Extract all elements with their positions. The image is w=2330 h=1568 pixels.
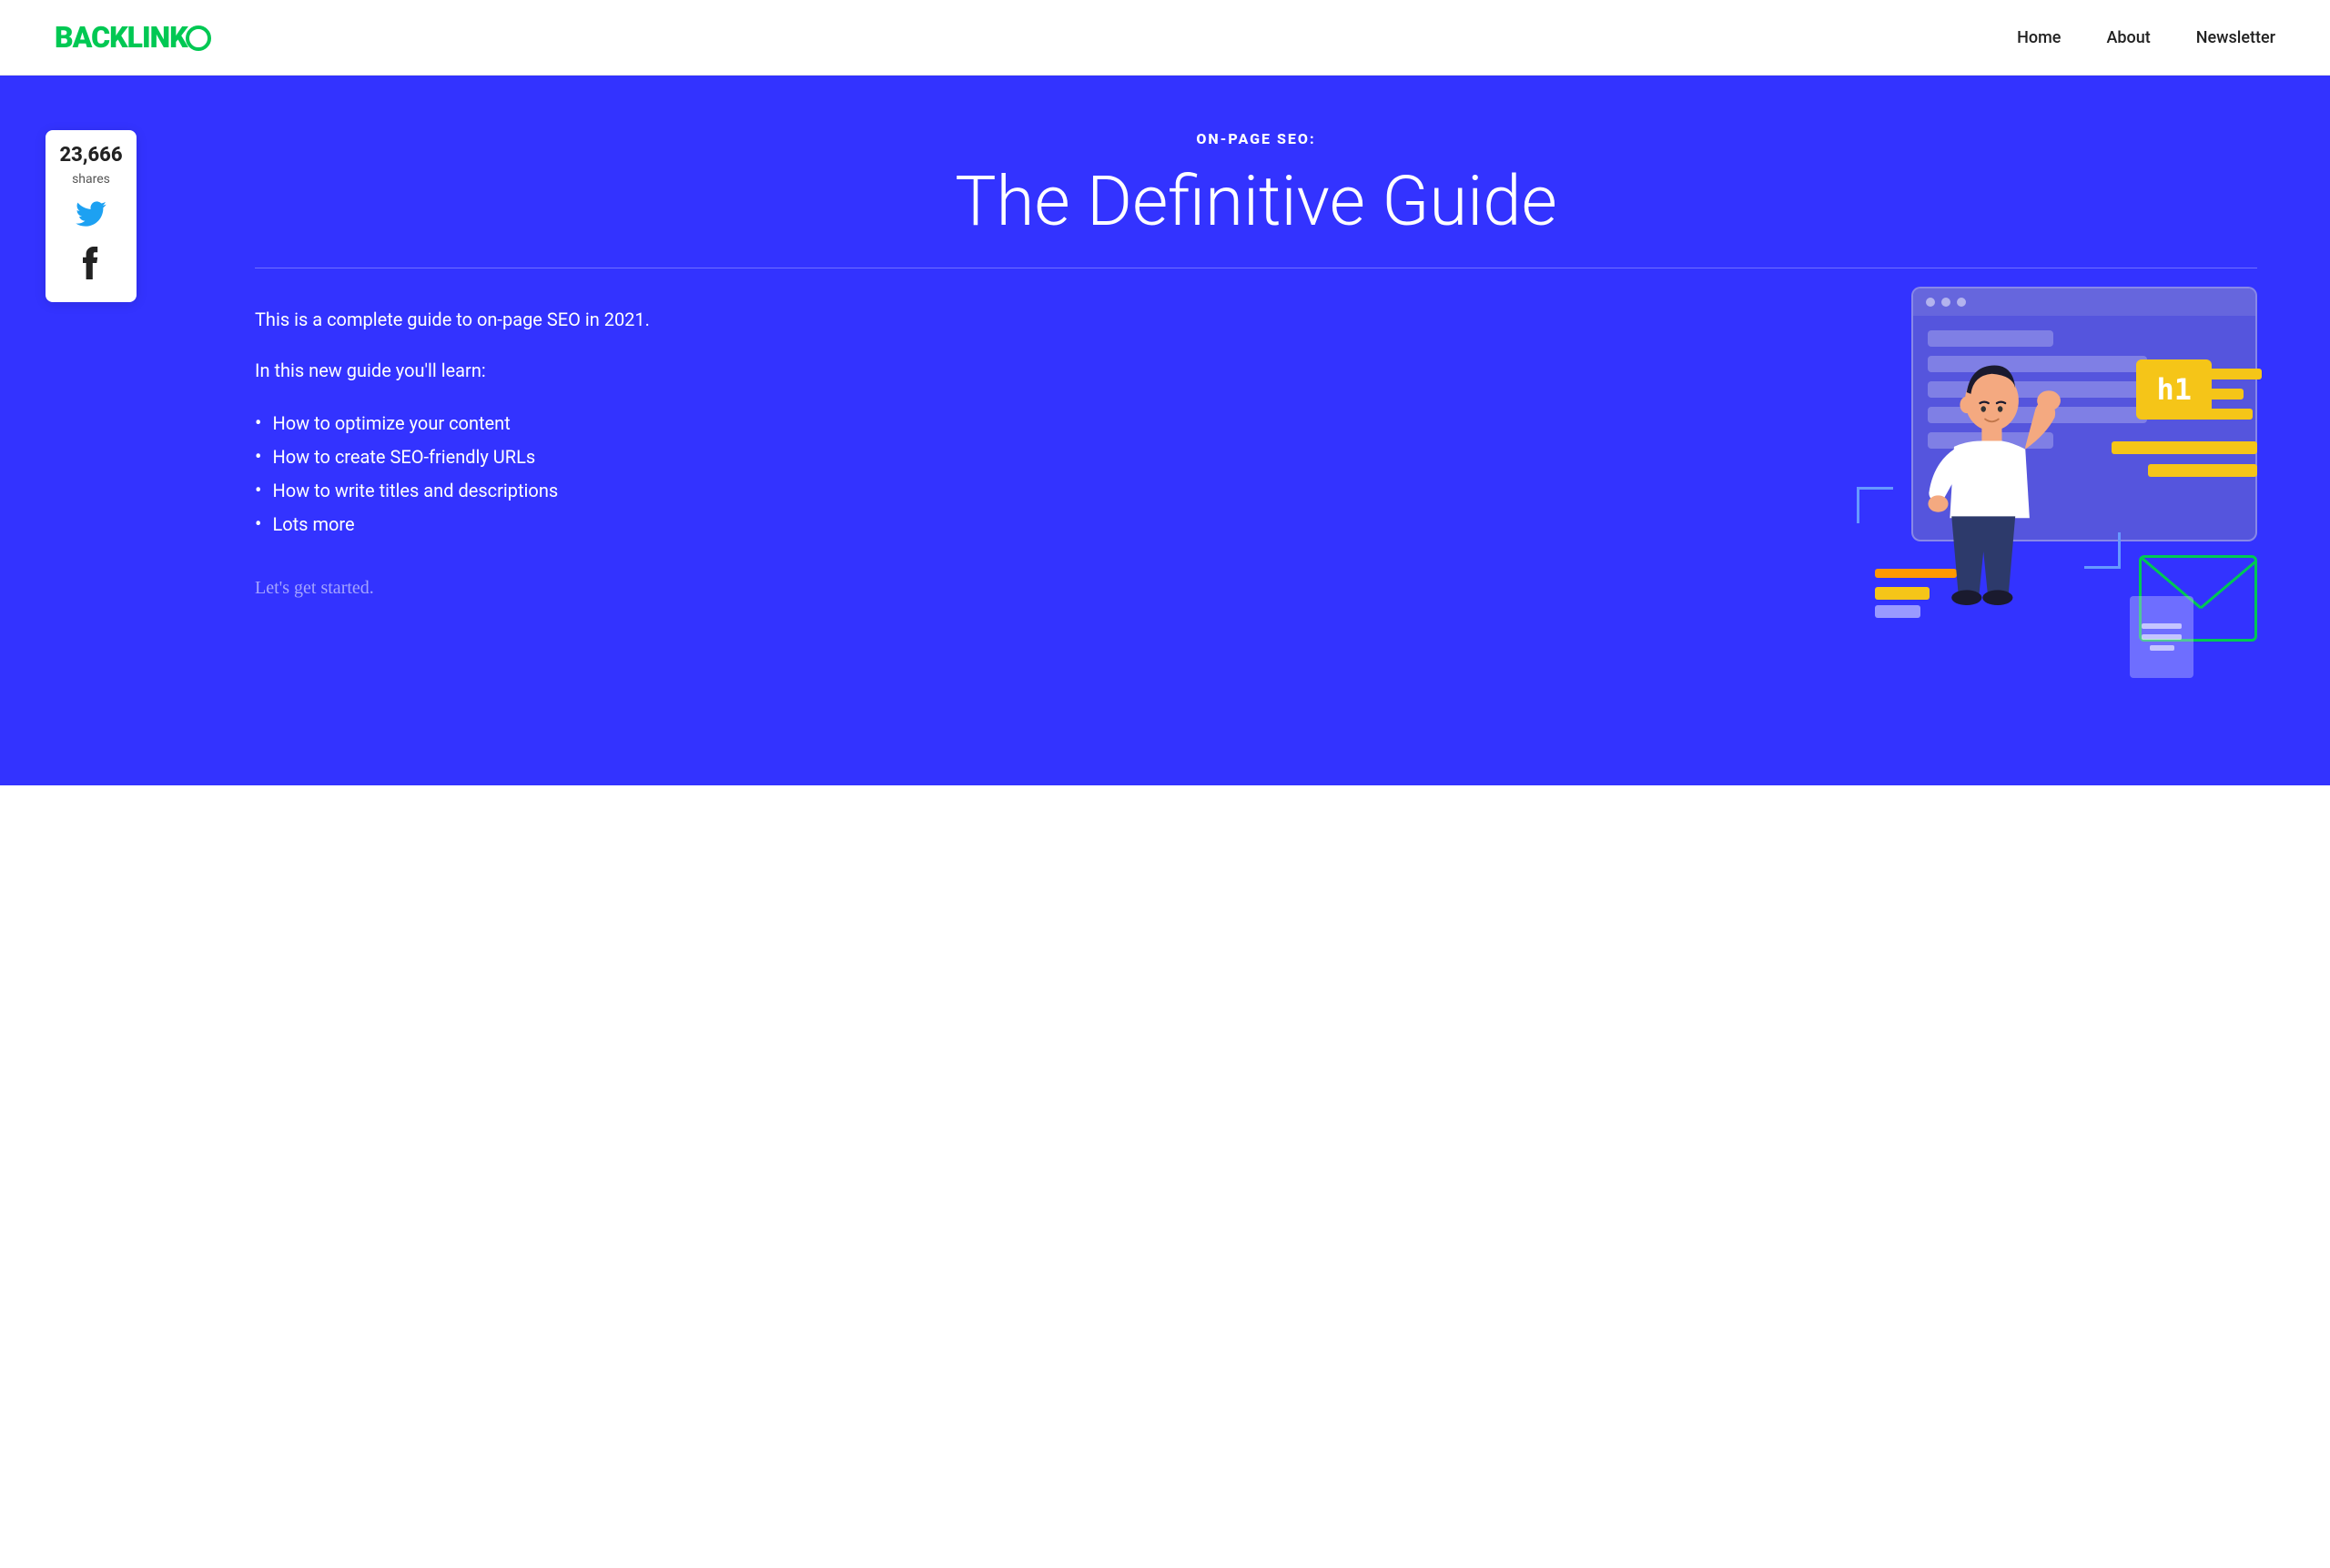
hero-bullet-2: How to create SEO-friendly URLs bbox=[255, 440, 728, 474]
hero-bullets-list: How to optimize your content How to crea… bbox=[255, 407, 728, 541]
doc-line-1 bbox=[2142, 623, 2181, 629]
logo-text: BACKLINK bbox=[55, 20, 187, 55]
corner-bracket-bottom-right bbox=[2084, 532, 2121, 569]
share-count: 23,666 bbox=[59, 145, 122, 167]
yellow-bar-2 bbox=[2148, 464, 2257, 477]
share-widget: 23,666 shares bbox=[46, 130, 137, 302]
nav-about[interactable]: About bbox=[2106, 28, 2150, 47]
share-label: shares bbox=[72, 172, 110, 187]
twitter-share-button[interactable] bbox=[76, 199, 106, 234]
nav-newsletter[interactable]: Newsletter bbox=[2196, 28, 2275, 47]
site-logo[interactable]: BACKLINK bbox=[55, 20, 211, 55]
browser-dot-3 bbox=[1957, 298, 1966, 307]
yellow-bar-1 bbox=[2112, 441, 2257, 454]
doc-line-2 bbox=[2142, 634, 2181, 640]
hero-cta: Let's get started. bbox=[255, 578, 728, 599]
hero-subtitle: ON-PAGE SEO: bbox=[255, 130, 2257, 147]
site-header: BACKLINK Home About Newsletter bbox=[0, 0, 2330, 76]
hero-text-block: This is a complete guide to on-page SEO … bbox=[255, 305, 728, 599]
nav-home[interactable]: Home bbox=[2017, 28, 2061, 47]
h1-tag-badge: h1 bbox=[2136, 359, 2212, 420]
hero-bullet-4: Lots more bbox=[255, 508, 728, 541]
hero-bullet-3: How to write titles and descriptions bbox=[255, 474, 728, 508]
main-nav: Home About Newsletter bbox=[2017, 28, 2275, 47]
browser-bar bbox=[1913, 288, 2255, 316]
hero-content: This is a complete guide to on-page SEO … bbox=[255, 305, 2257, 651]
person-illustration bbox=[1875, 350, 2075, 669]
hero-bullet-1: How to optimize your content bbox=[255, 407, 728, 440]
hero-illustration: h1 bbox=[1848, 287, 2257, 651]
facebook-share-button[interactable] bbox=[81, 247, 101, 288]
document-icon bbox=[2130, 596, 2193, 678]
browser-dot-1 bbox=[1926, 298, 1935, 307]
browser-line-1 bbox=[1928, 330, 2053, 347]
browser-dot-2 bbox=[1941, 298, 1950, 307]
hero-intro1: This is a complete guide to on-page SEO … bbox=[255, 305, 728, 334]
hero-title: The Definitive Guide bbox=[255, 164, 2257, 240]
doc-line-3 bbox=[2150, 645, 2174, 651]
logo-o-circle bbox=[186, 25, 211, 51]
hero-section: 23,666 shares ON-PAGE SEO: The Definitiv… bbox=[0, 76, 2330, 785]
hero-intro2: In this new guide you'll learn: bbox=[255, 356, 728, 385]
